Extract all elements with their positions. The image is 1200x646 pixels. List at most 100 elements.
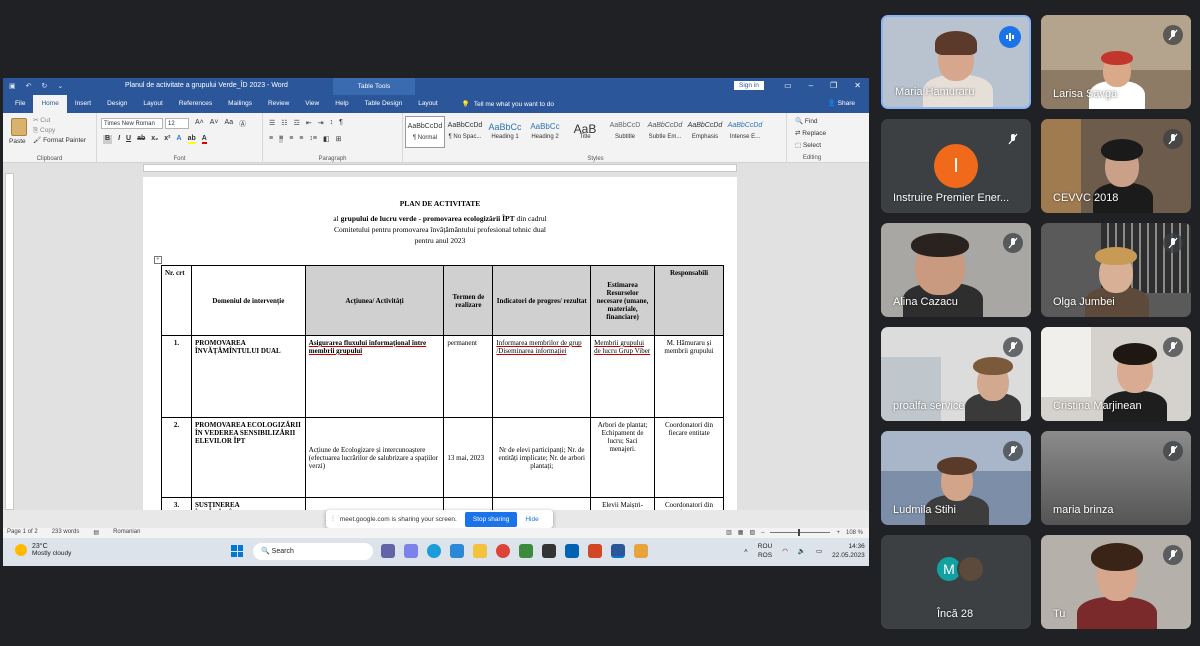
save-icon[interactable]: ▣ (9, 82, 16, 90)
print-layout-icon[interactable]: ▦ (738, 529, 744, 536)
read-mode-icon[interactable]: ▥ (726, 529, 732, 536)
volume-icon[interactable]: 🔈 (798, 547, 806, 555)
participant-tile[interactable]: proalfa service (881, 327, 1031, 421)
drag-handle-icon[interactable]: ⦙ (332, 514, 334, 524)
file-explorer-icon[interactable] (473, 544, 487, 558)
italic-icon[interactable]: I (118, 135, 120, 144)
vertical-ruler[interactable] (5, 173, 14, 510)
language-indicator[interactable]: Romanian (113, 529, 140, 536)
wifi-icon[interactable]: ◠ (782, 547, 788, 555)
shrink-font-icon[interactable]: A˅ (210, 119, 219, 129)
self-tile[interactable]: Tu (1041, 535, 1191, 629)
weather-widget[interactable]: 23°C Mostly cloudy (15, 543, 71, 557)
tab-insert[interactable]: Insert (67, 95, 99, 113)
tab-file[interactable]: File (7, 95, 33, 113)
sign-in-button[interactable]: Sign in (734, 81, 764, 90)
copy-button[interactable]: ⎘ Copy (33, 126, 86, 136)
tab-references[interactable]: References (171, 95, 220, 113)
tab-table-design[interactable]: Table Design (357, 95, 411, 113)
format-painter-button[interactable]: 🖌 Format Painter (33, 136, 86, 146)
windows-start-icon[interactable] (231, 545, 243, 557)
word-count[interactable]: 233 words (52, 529, 80, 536)
tab-view[interactable]: View (297, 95, 327, 113)
table-move-handle[interactable]: + (154, 256, 162, 264)
ribbon-display-icon[interactable]: ▭ (784, 81, 792, 90)
hide-button[interactable]: Hide (525, 516, 538, 523)
undo-icon[interactable]: ↶ (26, 82, 32, 90)
language-switch[interactable]: ROU ROS (758, 542, 772, 560)
store-icon[interactable] (450, 544, 464, 558)
font-size-select[interactable]: 12 (165, 118, 189, 129)
font-name-select[interactable]: Times New Roman (101, 118, 163, 129)
participant-tile[interactable]: Larisa Savga (1041, 15, 1191, 109)
maximize-icon[interactable]: ❐ (830, 81, 837, 90)
participant-tile[interactable]: Ludmila Stihi (881, 431, 1031, 525)
bold-icon[interactable]: B (103, 135, 113, 144)
paste-button[interactable]: Paste (9, 138, 26, 145)
tab-mailings[interactable]: Mailings (220, 95, 260, 113)
borders-icon[interactable]: ⊞ (336, 135, 342, 143)
participant-tile[interactable]: I Instruire Premier Ener... (881, 119, 1031, 213)
battery-icon[interactable]: ▭ (816, 547, 822, 555)
pilcrow-icon[interactable]: ¶ (339, 119, 343, 127)
tell-me-search[interactable]: 💡 Tell me what you want to do (462, 100, 554, 109)
participant-tile[interactable]: Olga Jumbei (1041, 223, 1191, 317)
document-area[interactable]: PLAN DE ACTIVITATE al grupului de lucru … (3, 173, 869, 510)
underline-icon[interactable]: U (126, 135, 131, 144)
proofing-icon[interactable]: ▤ (93, 529, 99, 536)
clear-format-icon[interactable]: Ⓐ (239, 119, 246, 129)
zoom-level[interactable]: 108 % (846, 530, 863, 536)
participant-tile[interactable]: CEVVC 2018 (1041, 119, 1191, 213)
highlight-icon[interactable]: ab (187, 135, 196, 144)
tab-layout[interactable]: Layout (135, 95, 171, 113)
document-page[interactable]: PLAN DE ACTIVITATE al grupului de lucru … (143, 177, 737, 510)
align-right-icon[interactable]: ≡ (289, 135, 293, 143)
powerpoint-icon[interactable] (588, 544, 602, 558)
align-left-icon[interactable]: ≡ (269, 135, 273, 143)
taskbar-search[interactable]: 🔍 Search (253, 543, 373, 560)
word-icon[interactable] (611, 544, 625, 558)
clock[interactable]: 14:36 22.05.2023 (832, 542, 865, 560)
app-icon[interactable] (519, 544, 533, 558)
bullets-icon[interactable]: ☰ (269, 119, 275, 127)
close-icon[interactable]: ✕ (854, 81, 861, 90)
replace-button[interactable]: ⇄ Replace (795, 128, 826, 140)
tab-help[interactable]: Help (327, 95, 356, 113)
strikethrough-icon[interactable]: ab (137, 135, 145, 144)
tab-review[interactable]: Review (260, 95, 297, 113)
participant-tile[interactable]: Maria Hamuraru (881, 15, 1031, 109)
zoom-out-icon[interactable]: – (761, 530, 764, 536)
cut-button[interactable]: ✂ Cut (33, 116, 86, 126)
increase-indent-icon[interactable]: ⇥ (318, 119, 324, 127)
tab-design[interactable]: Design (99, 95, 135, 113)
minimize-icon[interactable]: – (809, 81, 813, 90)
justify-icon[interactable]: ≡ (299, 135, 303, 143)
chat-icon[interactable] (404, 544, 418, 558)
tab-table-layout[interactable]: Layout (410, 95, 446, 113)
grow-font-icon[interactable]: A˄ (195, 119, 204, 129)
customize-icon[interactable]: ⌄ (57, 82, 63, 90)
participant-tile[interactable]: Cristina Marjinean (1041, 327, 1191, 421)
horizontal-ruler[interactable] (3, 163, 869, 173)
chevron-up-icon[interactable]: ˄ (744, 548, 748, 555)
font-color-icon[interactable]: A (201, 135, 207, 144)
paint-icon[interactable] (634, 544, 648, 558)
more-participants-tile[interactable]: M Încă 28 (881, 535, 1031, 629)
terminal-icon[interactable] (542, 544, 556, 558)
subscript-icon[interactable]: x₂ (151, 135, 158, 144)
redo-icon[interactable]: ↻ (42, 82, 48, 90)
numbering-icon[interactable]: ☷ (281, 119, 287, 127)
multilevel-list-icon[interactable]: ☲ (294, 119, 300, 127)
shading-icon[interactable]: ◧ (323, 135, 330, 143)
find-button[interactable]: 🔍 Find (795, 116, 826, 128)
participant-tile[interactable]: Alina Cazacu (881, 223, 1031, 317)
line-spacing-icon[interactable]: ↕≡ (309, 135, 317, 143)
photos-icon[interactable] (565, 544, 579, 558)
teams-icon[interactable] (381, 544, 395, 558)
tab-home[interactable]: Home (33, 95, 67, 113)
edge-icon[interactable] (427, 544, 441, 558)
paste-icon[interactable] (11, 118, 27, 136)
zoom-slider[interactable] (770, 529, 831, 536)
text-effects-icon[interactable]: A (177, 135, 182, 144)
zoom-in-icon[interactable]: + (836, 530, 840, 536)
